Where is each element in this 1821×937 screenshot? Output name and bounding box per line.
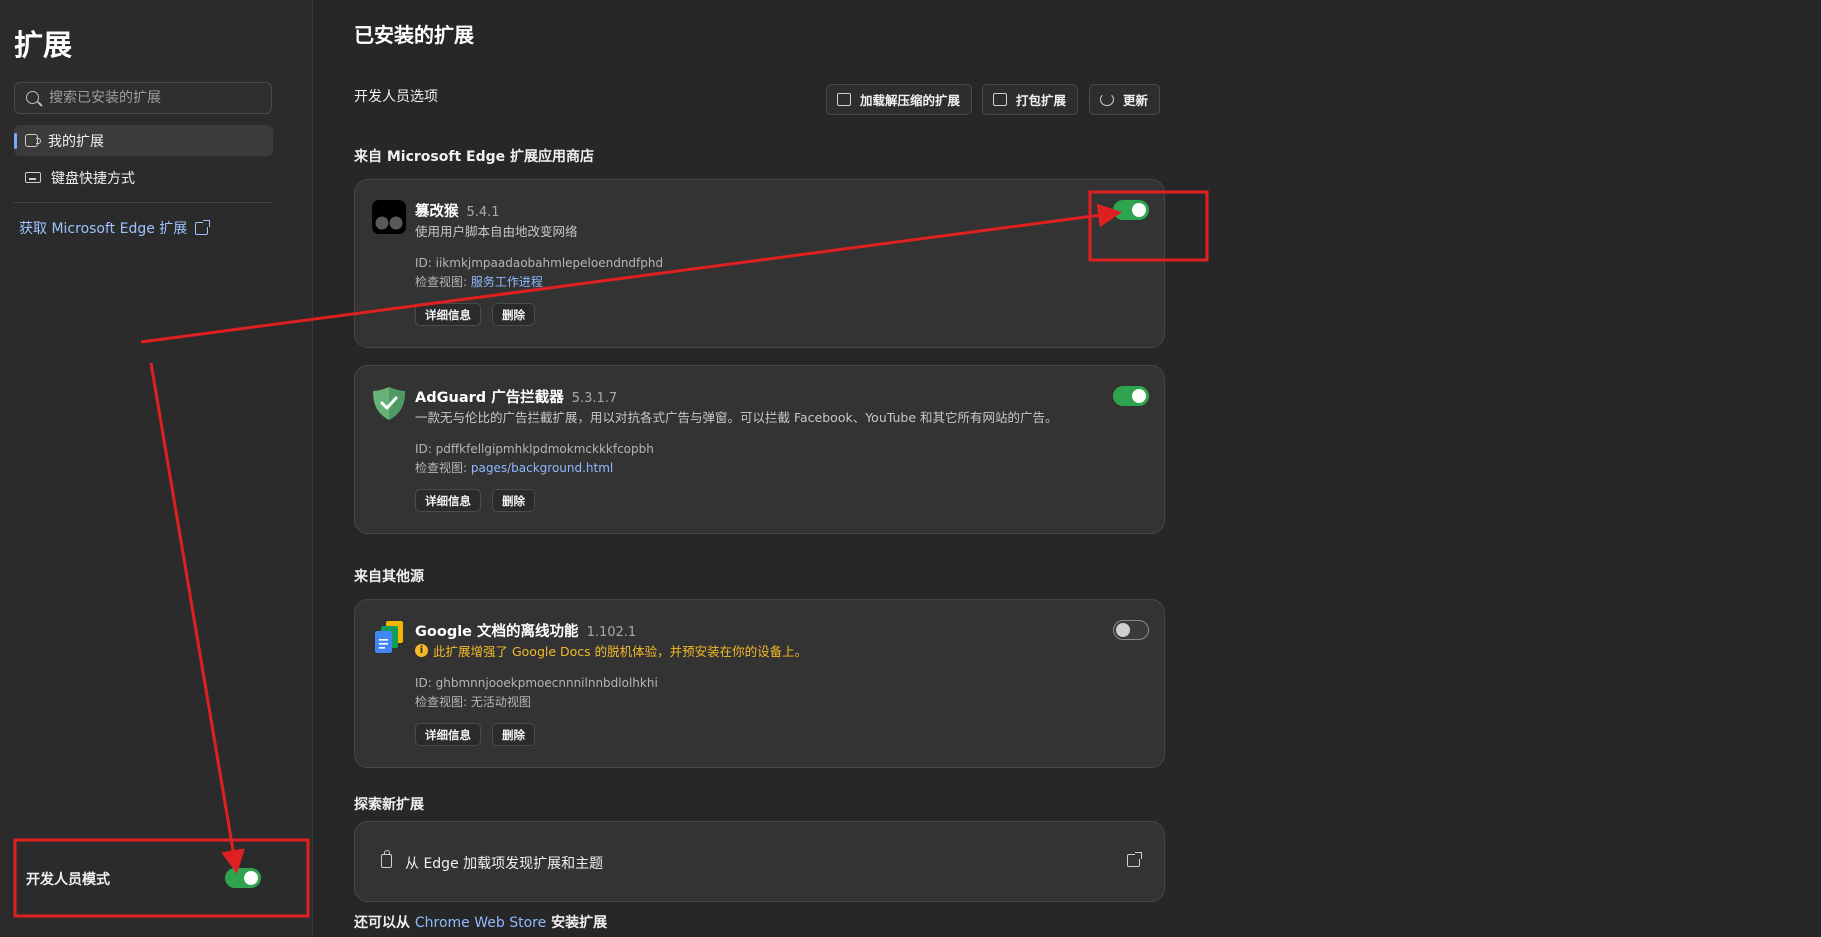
- developer-mode-label: 开发人员模式: [26, 872, 110, 888]
- extension-version: 5.4.1: [466, 205, 500, 220]
- update-label: 更新: [1123, 93, 1149, 108]
- refresh-icon: [1100, 93, 1114, 106]
- extension-name: AdGuard 广告拦截器 5.3.1.7: [415, 386, 617, 407]
- developer-mode-toggle[interactable]: [225, 868, 261, 888]
- extension-version: 5.3.1.7: [571, 391, 618, 406]
- extension-warning-text: 此扩展增强了 Google Docs 的脱机体验，并预安装在你的设备上。: [433, 644, 808, 659]
- external-link-icon: [195, 219, 211, 235]
- developer-mode-panel: 开发人员模式: [14, 840, 308, 916]
- inspect-views: 检查视图: pages/background.html: [415, 459, 613, 476]
- remove-button[interactable]: 删除: [492, 723, 535, 746]
- inspect-views-label: 检查视图:: [415, 275, 468, 289]
- extension-id: ID: pdffkfellgipmhklpdmokmckkkfcopbh: [415, 442, 654, 456]
- extension-card-adguard: AdGuard 广告拦截器 5.3.1.7 一款无与伦比的广告拦截扩展，用以对抗…: [354, 365, 1165, 534]
- extension-name: 篡改猴 5.4.1: [415, 200, 500, 221]
- details-button[interactable]: 详细信息: [415, 723, 481, 746]
- keyboard-icon: [25, 172, 41, 183]
- explore-section-heading: 探索新扩展: [354, 797, 424, 813]
- inspect-views: 检查视图: 无活动视图: [415, 693, 531, 710]
- toggle-knob: [1132, 389, 1146, 403]
- get-extensions-link[interactable]: 获取 Microsoft Edge 扩展: [19, 218, 211, 238]
- load-unpacked-label: 加载解压缩的扩展: [860, 93, 961, 108]
- extension-description: 使用用户脚本自由地改变网络: [415, 224, 578, 239]
- inspect-view-link[interactable]: 服务工作进程: [471, 275, 543, 289]
- pack-extension-label: 打包扩展: [1016, 93, 1067, 108]
- extension-name-text: 篡改猴: [415, 204, 459, 220]
- search-input[interactable]: [49, 83, 269, 113]
- google-docs-icon: [375, 621, 403, 653]
- toggle-knob: [244, 871, 258, 885]
- inspect-views-label: 检查视图:: [415, 695, 468, 709]
- inspect-view-link[interactable]: pages/background.html: [471, 461, 613, 475]
- archive-icon: [837, 93, 851, 106]
- explore-addons-label: 从 Edge 加载项发现扩展和主题: [405, 856, 604, 872]
- toggle-knob: [1132, 203, 1146, 217]
- adguard-shield-icon: [373, 387, 405, 420]
- chrome-store-suffix: 安装扩展: [551, 915, 608, 931]
- extension-enable-toggle[interactable]: [1113, 386, 1149, 406]
- sidebar-item-my-extensions[interactable]: 我的扩展: [14, 125, 273, 156]
- search-box[interactable]: [14, 82, 272, 114]
- extension-enable-toggle[interactable]: [1113, 200, 1149, 220]
- chrome-store-prefix: 还可以从: [354, 915, 410, 931]
- chrome-store-note: 还可以从 Chrome Web Store 安装扩展: [354, 912, 607, 932]
- search-icon: [26, 91, 39, 104]
- store-section-heading: 来自 Microsoft Edge 扩展应用商店: [354, 149, 595, 165]
- sidebar: 扩展 我的扩展 键盘快捷方式 获取 Microsoft Edge 扩展 开发人员…: [0, 0, 313, 937]
- load-unpacked-button[interactable]: 加载解压缩的扩展: [826, 84, 973, 115]
- sidebar-item-label: 我的扩展: [48, 133, 104, 150]
- external-link-icon: [1127, 852, 1142, 867]
- shopping-bag-icon: [381, 850, 392, 868]
- page-title: 已安装的扩展: [354, 23, 474, 47]
- extension-card-tampermonkey: 篡改猴 5.4.1 使用用户脚本自由地改变网络 ID: iikmkjmpaada…: [354, 179, 1165, 348]
- extension-name: Google 文档的离线功能 1.102.1: [415, 620, 636, 641]
- extension-name-text: AdGuard 广告拦截器: [415, 390, 564, 406]
- remove-button[interactable]: 删除: [492, 489, 535, 512]
- extension-name-text: Google 文档的离线功能: [415, 624, 579, 640]
- remove-button[interactable]: 删除: [492, 303, 535, 326]
- sidebar-divider: [14, 202, 273, 203]
- tampermonkey-icon: [372, 200, 406, 234]
- get-extensions-label: 获取 Microsoft Edge 扩展: [19, 221, 188, 237]
- inspect-views-label: 检查视图:: [415, 461, 468, 475]
- developer-options-label: 开发人员选项: [354, 89, 438, 105]
- package-icon: [993, 93, 1007, 106]
- details-button[interactable]: 详细信息: [415, 489, 481, 512]
- pack-extension-button[interactable]: 打包扩展: [982, 84, 1079, 115]
- toggle-knob: [1116, 623, 1130, 637]
- puzzle-icon: [25, 134, 41, 147]
- extension-id: ID: ghbmnnjooekpmoecnnnilnnbdlolhkhi: [415, 676, 658, 690]
- explore-addons-link[interactable]: 从 Edge 加载项发现扩展和主题: [354, 821, 1165, 902]
- inspect-views: 检查视图: 服务工作进程: [415, 273, 543, 290]
- extension-enable-toggle[interactable]: [1113, 620, 1149, 640]
- extension-version: 1.102.1: [586, 625, 637, 640]
- extension-card-google-docs-offline: Google 文档的离线功能 1.102.1 i 此扩展增强了 Google D…: [354, 599, 1165, 768]
- details-button[interactable]: 详细信息: [415, 303, 481, 326]
- extension-warning: i 此扩展增强了 Google Docs 的脱机体验，并预安装在你的设备上。: [415, 641, 807, 660]
- extension-description: 一款无与伦比的广告拦截扩展，用以对抗各式广告与弹窗。可以拦截 Facebook、…: [415, 410, 1058, 425]
- other-sources-heading: 来自其他源: [354, 569, 424, 585]
- inspect-views-none: 无活动视图: [470, 695, 531, 709]
- sidebar-item-keyboard-shortcuts[interactable]: 键盘快捷方式: [14, 162, 273, 193]
- chrome-web-store-link[interactable]: Chrome Web Store: [415, 915, 546, 931]
- update-button[interactable]: 更新: [1089, 84, 1161, 115]
- sidebar-item-label: 键盘快捷方式: [51, 170, 135, 187]
- info-icon: i: [415, 644, 428, 657]
- extension-id: ID: iikmkjmpaadaobahmlepeloendndfphd: [415, 256, 664, 270]
- sidebar-title: 扩展: [14, 28, 73, 62]
